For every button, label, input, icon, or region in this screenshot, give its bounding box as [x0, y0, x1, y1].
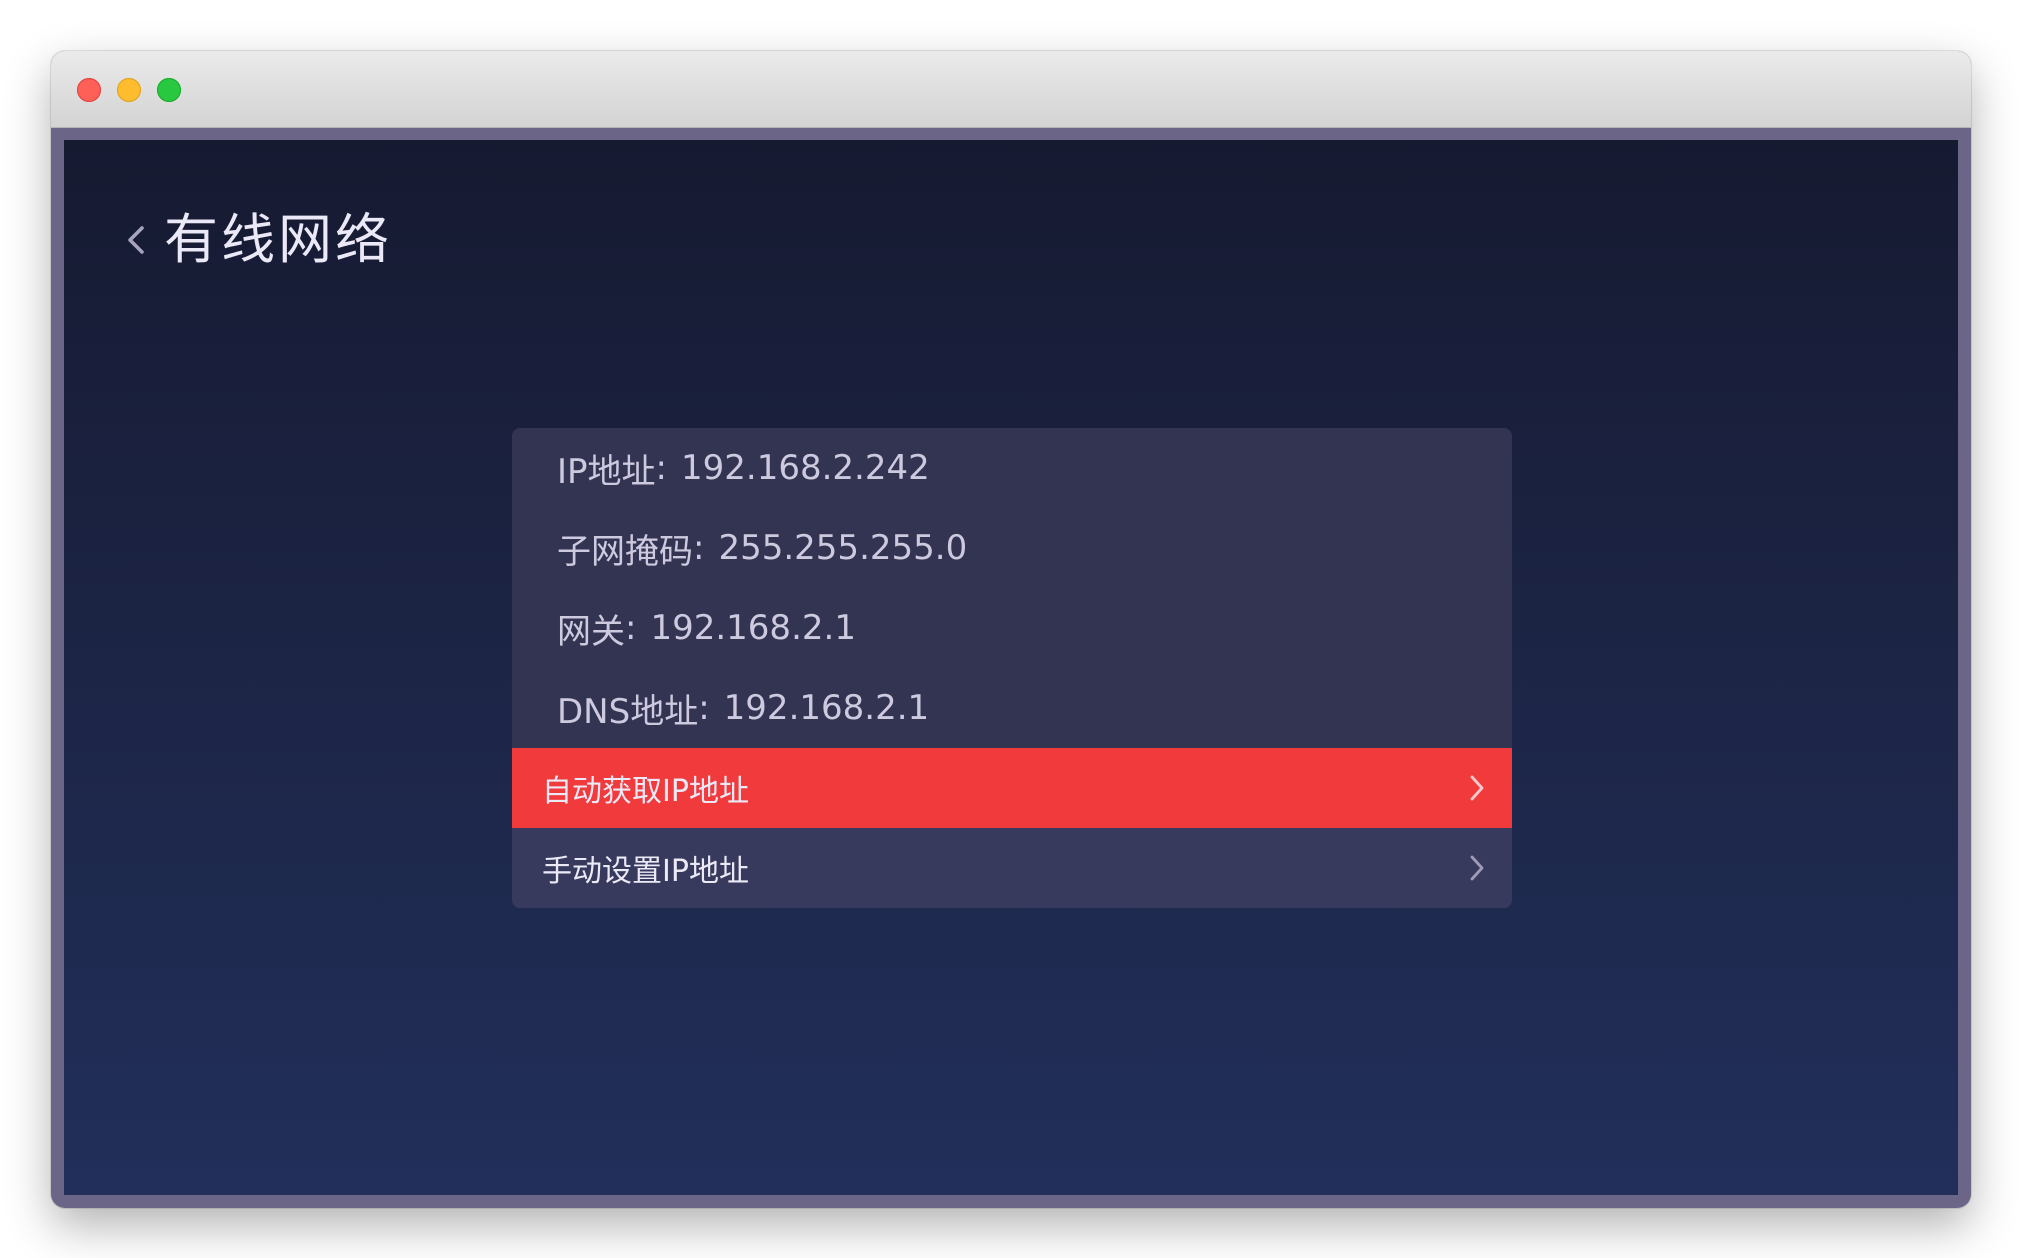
info-separator: : [625, 608, 637, 648]
info-separator: : [698, 688, 710, 728]
page-title: 有线网络 [164, 208, 392, 271]
option-manual-ip[interactable]: 手动设置IP地址 [512, 828, 1512, 908]
info-ip-address: IP地址:192.168.2.242 [557, 428, 1457, 508]
page-header: 有线网络 [122, 200, 392, 280]
info-label: DNS地址 [557, 691, 699, 732]
info-label: 网关 [557, 611, 625, 652]
zoom-window-button[interactable] [157, 78, 181, 102]
info-value: 192.168.2.242 [681, 448, 930, 488]
network-panel: IP地址:192.168.2.242 子网掩码:255.255.255.0 网关… [512, 428, 1512, 908]
info-value: 255.255.255.0 [718, 528, 968, 568]
option-auto-ip[interactable]: 自动获取IP地址 [512, 748, 1512, 828]
close-window-button[interactable] [77, 78, 101, 102]
option-label: 手动设置IP地址 [542, 854, 749, 889]
info-separator: : [655, 448, 667, 488]
info-gateway: 网关:192.168.2.1 [557, 588, 1457, 668]
info-subnet-mask: 子网掩码:255.255.255.0 [557, 508, 1457, 588]
tv-screen: 有线网络 IP地址:192.168.2.242 子网掩码:255.255.255… [64, 140, 1958, 1195]
info-label: 子网掩码 [557, 531, 693, 572]
info-value: 192.168.2.1 [650, 608, 856, 648]
info-label: IP地址 [557, 451, 656, 492]
chevron-left-icon[interactable] [122, 220, 150, 260]
info-separator: : [693, 528, 705, 568]
chevron-right-icon [1470, 775, 1484, 801]
minimize-window-button[interactable] [117, 78, 141, 102]
app-window: 有线网络 IP地址:192.168.2.242 子网掩码:255.255.255… [51, 51, 1971, 1208]
info-value: 192.168.2.1 [723, 688, 930, 728]
chevron-right-icon [1470, 855, 1484, 881]
info-dns-address: DNS地址:192.168.2.1 [557, 668, 1457, 748]
option-label: 自动获取IP地址 [542, 774, 749, 809]
title-bar [51, 51, 1971, 128]
